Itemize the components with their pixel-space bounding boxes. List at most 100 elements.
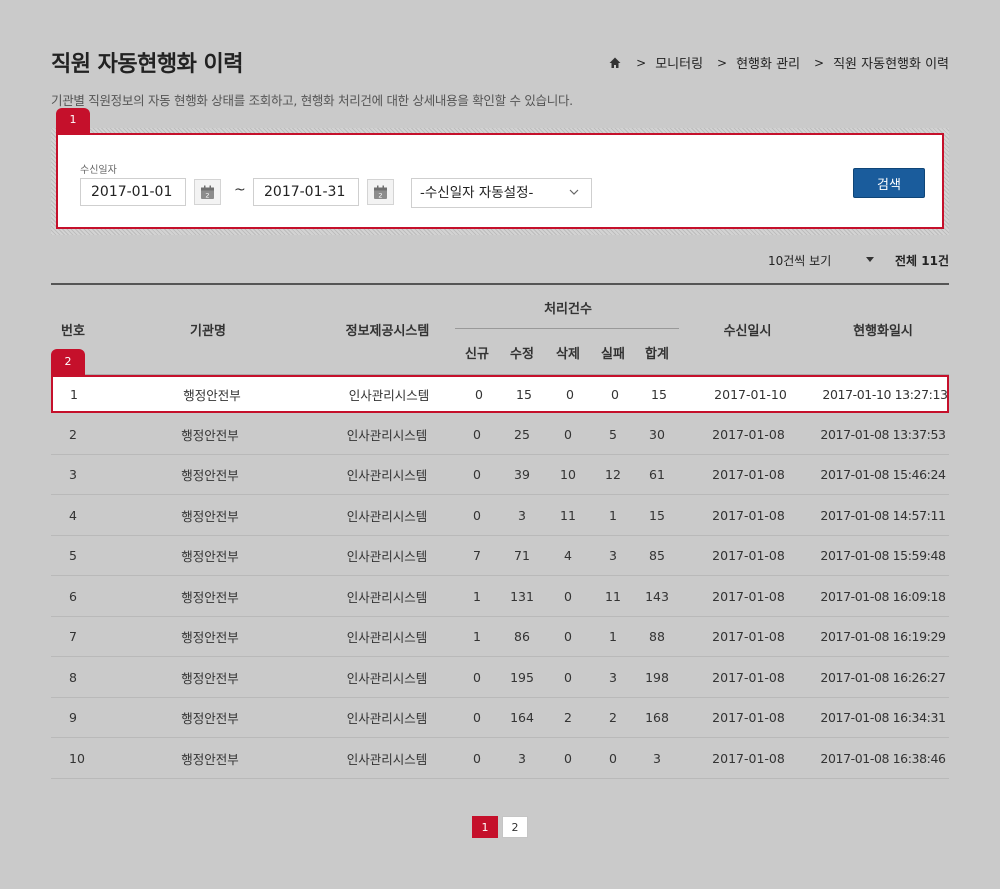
- cell-org: 행정안전부: [181, 508, 239, 524]
- cell-updated-date: 2017-01-08 16:09:18: [820, 588, 946, 604]
- cell-system: 인사관리시스템: [346, 670, 428, 686]
- table-row[interactable]: 10 행정안전부 인사관리시스템 0 3 0 0 3 2017-01-08 2017-01-08 …: [51, 738, 949, 779]
- cell-sum: 15: [649, 507, 665, 523]
- cell-recv-date: 2017-01-08: [712, 669, 785, 685]
- breadcrumb-item-update-management[interactable]: 현행화 관리: [736, 53, 800, 72]
- cell-recv-date: 2017-01-08: [712, 628, 785, 644]
- cell-delete: 11: [560, 507, 576, 523]
- chevron-down-icon: [569, 189, 579, 195]
- header-sum: 합계: [645, 347, 669, 362]
- table-row[interactable]: 5 행정안전부 인사관리시스템 7 71 4 3 85 2017-01-08 2017-01-08…: [51, 535, 949, 576]
- svg-text:2: 2: [205, 191, 209, 199]
- cell-org: 행정안전부: [181, 751, 239, 767]
- auto-date-select[interactable]: -수신일자 자동설정-: [411, 178, 592, 208]
- table-row[interactable]: 1 행정안전부 인사관리시스템 0 15 0 0 15 2017-01-10 2…: [51, 375, 949, 413]
- cell-new: 0: [473, 426, 481, 442]
- cell-fail: 3: [609, 669, 617, 685]
- breadcrumb-item-current[interactable]: 직원 자동현행화 이력: [833, 53, 949, 72]
- page-button-2[interactable]: 2: [502, 816, 528, 838]
- callout-marker-1: 1: [56, 108, 90, 134]
- breadcrumb-separator: >: [814, 55, 825, 70]
- cell-delete: 0: [564, 426, 572, 442]
- breadcrumb-separator: >: [636, 55, 647, 70]
- calendar-button-to[interactable]: 2: [367, 179, 394, 205]
- cell-no: 10: [69, 750, 85, 766]
- cell-updated-date: 2017-01-08 15:46:24: [820, 466, 946, 482]
- cell-modify: 15: [516, 386, 532, 402]
- cell-modify: 71: [514, 547, 530, 563]
- cell-org: 행정안전부: [181, 710, 239, 726]
- cell-no: 9: [69, 709, 77, 725]
- breadcrumb: > 모니터링 > 현행화 관리 > 직원 자동현행화 이력: [608, 53, 949, 72]
- table-row[interactable]: 2 행정안전부 인사관리시스템 0 25 0 5 30 2017-01-08 2017-01-08…: [51, 414, 949, 455]
- date-from-input[interactable]: [80, 178, 186, 206]
- cell-modify: 86: [514, 628, 530, 644]
- cell-no: 4: [69, 507, 77, 523]
- table-row[interactable]: 7 행정안전부 인사관리시스템 1 86 0 1 88 2017-01-08 2017-01-08…: [51, 616, 949, 657]
- cell-recv-date: 2017-01-08: [712, 709, 785, 725]
- dropdown-arrow-icon[interactable]: [866, 257, 874, 262]
- page-size-select[interactable]: 10건씩 보기: [768, 252, 831, 269]
- date-range-tilde: ~: [234, 182, 246, 198]
- cell-system: 인사관리시스템: [346, 467, 428, 483]
- table-row[interactable]: 9 행정안전부 인사관리시스템 0 164 2 2 168 2017-01-08 2017-01-…: [51, 697, 949, 738]
- cell-delete: 0: [564, 669, 572, 685]
- total-count: 전체 11건: [895, 254, 949, 268]
- cell-system: 인사관리시스템: [346, 629, 428, 645]
- cell-modify: 131: [510, 588, 534, 604]
- cell-fail: 11: [605, 588, 621, 604]
- header-fail: 실패: [601, 347, 625, 362]
- cell-delete: 0: [564, 628, 572, 644]
- header-count-group: 처리건수: [544, 302, 592, 317]
- calendar-icon: 2: [201, 185, 214, 199]
- table-row[interactable]: 4 행정안전부 인사관리시스템 0 3 11 1 15 2017-01-08 2017-01-08…: [51, 495, 949, 536]
- cell-updated-date: 2017-01-08 16:34:31: [820, 709, 946, 725]
- table-row[interactable]: 3 행정안전부 인사관리시스템 0 39 10 12 61 2017-01-08 2017-01-…: [51, 454, 949, 495]
- cell-modify: 39: [514, 466, 530, 482]
- search-button[interactable]: 검색: [853, 168, 925, 198]
- receive-date-label: 수신일자: [80, 165, 117, 176]
- cell-system: 인사관리시스템: [346, 710, 428, 726]
- cell-sum: 198: [645, 669, 669, 685]
- cell-new: 0: [473, 507, 481, 523]
- header-modify: 수정: [510, 347, 534, 362]
- page-title: 직원 자동현행화 이력: [51, 52, 243, 77]
- cell-org: 행정안전부: [181, 548, 239, 564]
- cell-updated-date: 2017-01-08 16:19:29: [820, 628, 946, 644]
- calendar-button-from[interactable]: 2: [194, 179, 221, 205]
- cell-delete: 0: [564, 750, 572, 766]
- header-system: 정보제공시스템: [345, 324, 430, 339]
- cell-new: 0: [473, 669, 481, 685]
- cell-new: 0: [473, 750, 481, 766]
- page-button-1[interactable]: 1: [472, 816, 498, 838]
- callout-marker-2: 2: [51, 349, 85, 376]
- calendar-icon: 2: [374, 185, 387, 199]
- cell-sum: 61: [649, 466, 665, 482]
- breadcrumb-item-monitoring[interactable]: 모니터링: [655, 53, 703, 72]
- cell-updated-date: 2017-01-10 13:27:13: [822, 386, 948, 402]
- cell-recv-date: 2017-01-08: [712, 466, 785, 482]
- page-description: 기관별 직원정보의 자동 현행화 상태를 조회하고, 현행화 처리건에 대한 상…: [51, 93, 573, 108]
- cell-system: 인사관리시스템: [348, 387, 430, 403]
- cell-system: 인사관리시스템: [346, 548, 428, 564]
- home-icon[interactable]: [608, 56, 622, 70]
- cell-recv-date: 2017-01-08: [712, 426, 785, 442]
- table-row[interactable]: 6 행정안전부 인사관리시스템 1 131 0 11 143 2017-01-08 2017-01…: [51, 576, 949, 617]
- cell-new: 0: [475, 386, 483, 402]
- header-delete: 삭제: [556, 347, 580, 362]
- cell-no: 6: [69, 588, 77, 604]
- cell-no: 7: [69, 628, 77, 644]
- cell-modify: 3: [518, 750, 526, 766]
- cell-fail: 3: [609, 547, 617, 563]
- cell-sum: 15: [651, 386, 667, 402]
- search-panel: 수신일자 2 ~ 2 -수신일자 자동설정- 검색: [56, 133, 944, 229]
- date-to-input[interactable]: [253, 178, 359, 206]
- cell-org: 행정안전부: [181, 467, 239, 483]
- cell-fail: 5: [609, 426, 617, 442]
- cell-org: 행정안전부: [181, 670, 239, 686]
- cell-org: 행정안전부: [183, 387, 241, 403]
- table-row[interactable]: 8 행정안전부 인사관리시스템 0 195 0 3 198 2017-01-08 2017-01-…: [51, 657, 949, 698]
- cell-system: 인사관리시스템: [346, 751, 428, 767]
- cell-system: 인사관리시스템: [346, 427, 428, 443]
- cell-recv-date: 2017-01-08: [712, 750, 785, 766]
